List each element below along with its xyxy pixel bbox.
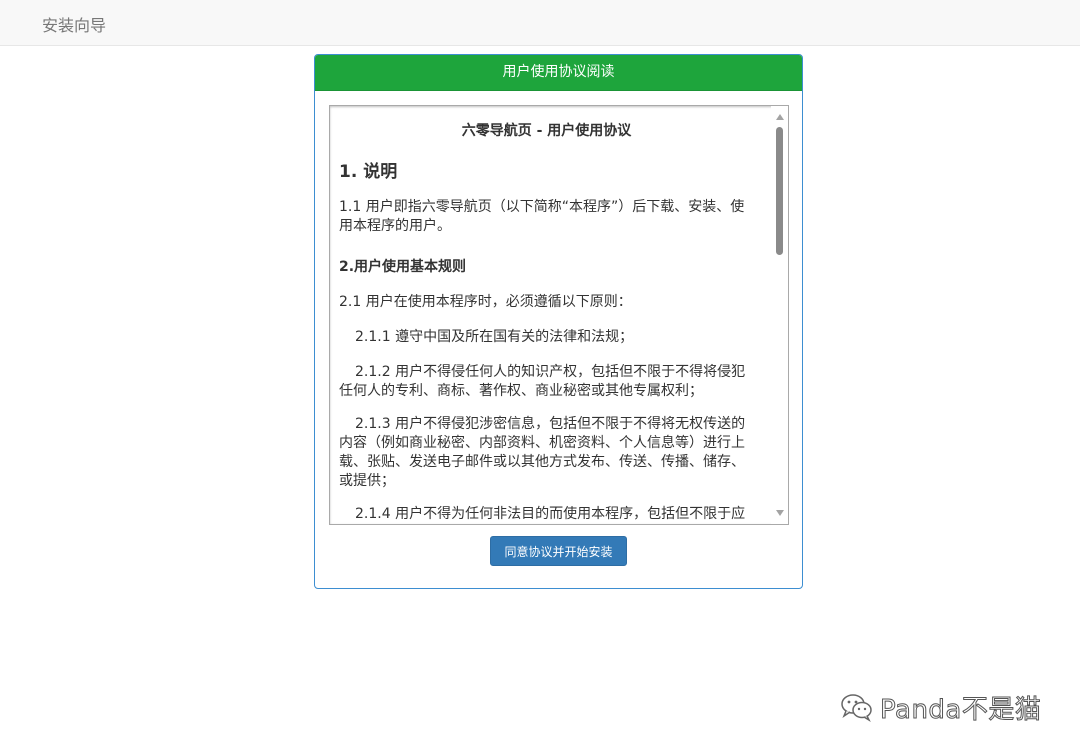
section-2-1-2: 2.1.2 用户不得侵任何人的知识产权，包括但不限于不得将侵犯任何人的专利、商标…	[339, 364, 746, 399]
agreement-panel: 用户使用协议阅读 六零导航页 - 用户使用协议 1. 说明 1.1 用户即指六零…	[314, 54, 803, 589]
section-2-1-4: 2.1.4 用户不得为任何非法目的而使用本程序，包括但不限于应	[355, 506, 746, 522]
section-1-paragraph: 1.1 用户即指六零导航页（以下简称“本程序”）后下载、安装、使用本程序的用户。	[339, 199, 745, 234]
section-2-1-1: 2.1.1 遵守中国及所在国有关的法律和法规；	[355, 329, 634, 345]
scroll-down-arrow-icon[interactable]	[776, 510, 784, 516]
section-2-1-3: 2.1.3 用户不得侵犯涉密信息，包括但不限于不得将无权传送的内容（例如商业秘密…	[339, 416, 746, 489]
scroll-thumb[interactable]	[776, 127, 783, 255]
navbar-brand[interactable]: 安装向导	[42, 12, 106, 36]
agreement-text: 六零导航页 - 用户使用协议 1. 说明 1.1 用户即指六零导航页（以下简称“…	[339, 106, 754, 524]
watermark-text: Panda不是猫	[879, 694, 1042, 725]
agreement-scrollbar[interactable]	[771, 106, 788, 524]
section-2-heading: 2.用户使用基本规则	[339, 259, 467, 275]
watermark: Panda不是猫	[840, 690, 1042, 725]
agree-install-button[interactable]: 同意协议并开始安装	[490, 536, 627, 566]
section-1-heading: 1. 说明	[339, 162, 398, 182]
agreement-doc-title: 六零导航页 - 用户使用协议	[461, 123, 632, 139]
agreement-textarea[interactable]: 六零导航页 - 用户使用协议 1. 说明 1.1 用户即指六零导航页（以下简称“…	[329, 105, 789, 525]
wechat-icon	[841, 694, 872, 722]
section-2-paragraph: 2.1 用户在使用本程序时，必须遵循以下原则：	[339, 294, 632, 310]
panel-title: 用户使用协议阅读	[315, 55, 802, 91]
scroll-up-arrow-icon[interactable]	[776, 114, 784, 120]
navbar: 安装向导	[0, 0, 1080, 46]
